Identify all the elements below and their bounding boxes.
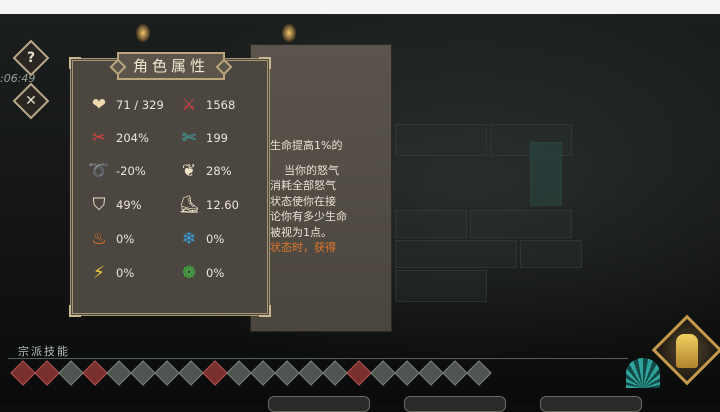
stat-value: 204% [116, 131, 149, 145]
skills-label: 宗派技能 [18, 345, 70, 358]
torch [136, 24, 150, 42]
fan-skill-icon[interactable] [626, 358, 660, 388]
skill-slot[interactable] [394, 360, 420, 386]
panel-title-plate: 角色属性 [109, 52, 233, 80]
stat-value: 0% [206, 266, 225, 280]
skill-bar [8, 360, 498, 386]
skill-slot[interactable] [226, 360, 252, 386]
skill-slot[interactable] [466, 360, 492, 386]
frame-corner [69, 57, 81, 69]
frame-corner [259, 57, 271, 69]
skill-slot[interactable] [442, 360, 468, 386]
character-portrait-icon [676, 334, 698, 368]
skill-slot[interactable] [322, 360, 348, 386]
wall-brick [470, 210, 572, 238]
heart-icon: ❤ [91, 95, 107, 115]
stat-value: 0% [206, 232, 225, 246]
description-line: 生命提高1%的 [270, 139, 343, 152]
skill-slot[interactable] [34, 360, 60, 386]
stat-value: 0% [116, 266, 135, 280]
skill-slot[interactable] [130, 360, 156, 386]
crit-damage-icon: ✄ [181, 128, 197, 148]
boot-icon: ⛸ [178, 195, 200, 215]
skill-slot[interactable] [250, 360, 276, 386]
description-text: 生命提高1%的 当你的怒气 消耗全部怒气 状态使你在接 论你有多少生命 被视为1… [270, 138, 382, 256]
poison-icon: ❁ [181, 263, 197, 283]
description-line: 当你的怒气 [284, 163, 339, 177]
top-bar [0, 0, 720, 14]
skill-slot[interactable] [106, 360, 132, 386]
skill-slot[interactable] [298, 360, 324, 386]
skill-slot[interactable] [418, 360, 444, 386]
description-line: 消耗全部怒气 [270, 179, 336, 192]
wall-brick [395, 210, 467, 238]
crit-rate-icon: ✂ [91, 128, 107, 148]
description-line: 论你有多少生命 [270, 210, 347, 223]
bottom-menu-button[interactable] [404, 396, 506, 412]
description-line: 被视为1点。 [270, 225, 332, 239]
stat-value: 1568 [206, 98, 236, 112]
bottom-menu-button[interactable] [540, 396, 642, 412]
stat-value: -20% [116, 164, 146, 178]
description-line: 状态使你在接 [270, 194, 336, 208]
dodge-icon: ➰ [88, 161, 110, 181]
fire-icon: ♨ [91, 229, 107, 249]
skill-slot[interactable] [82, 360, 108, 386]
torch [282, 24, 296, 42]
skill-slot[interactable] [274, 360, 300, 386]
wing-icon: ❦ [181, 161, 197, 181]
skill-slot[interactable] [178, 360, 204, 386]
wall-brick [395, 240, 517, 268]
attack-icon: ⚔ [181, 95, 197, 115]
skill-slot[interactable] [202, 360, 228, 386]
shield-icon: ⛉ [92, 195, 106, 215]
close-icon: ✕ [25, 93, 37, 109]
help-icon: ? [26, 50, 36, 66]
wall-brick [395, 124, 487, 156]
frame-corner [259, 305, 271, 317]
ice-icon: ❄ [181, 229, 197, 249]
skill-slot[interactable] [346, 360, 372, 386]
stat-value: 49% [116, 198, 142, 212]
skill-slot[interactable] [58, 360, 84, 386]
frame-corner [69, 305, 81, 317]
skills-divider [8, 358, 628, 359]
lightning-icon: ⚡ [93, 263, 105, 283]
stat-value: 199 [206, 131, 228, 145]
bottom-menu-button[interactable] [268, 396, 370, 412]
stat-value: 28% [206, 164, 232, 178]
skill-slot[interactable] [10, 360, 36, 386]
skill-slot[interactable] [154, 360, 180, 386]
wall-brick [395, 270, 487, 302]
stat-value: 71 / 329 [116, 98, 164, 112]
pillar [530, 142, 562, 206]
skill-slot[interactable] [370, 360, 396, 386]
stat-value: 0% [116, 232, 135, 246]
description-highlight: 状态时，获得 [270, 241, 336, 254]
wall-brick [520, 240, 582, 268]
stat-value: 12.60 [206, 198, 239, 212]
panel-title: 角色属性 [132, 57, 209, 75]
